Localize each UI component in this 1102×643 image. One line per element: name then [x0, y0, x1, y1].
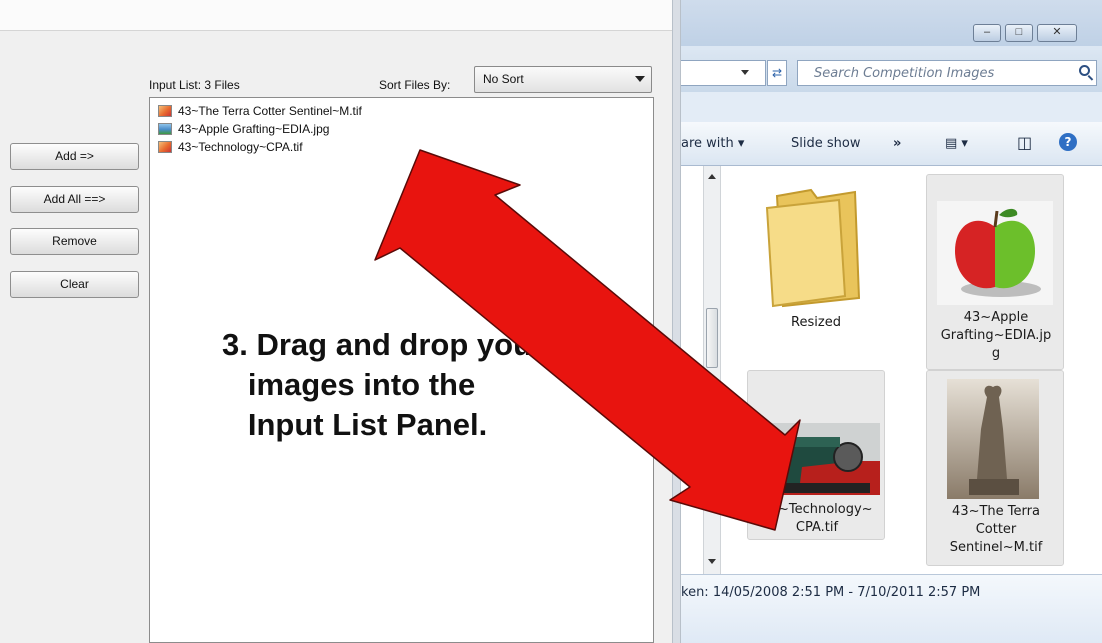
file-name: 43~Apple Grafting~EDIA.jpg: [178, 122, 330, 136]
jpg-file-icon: [158, 123, 172, 135]
sort-files-select[interactable]: No Sort: [474, 66, 652, 93]
file-name: 43~Technology~CPA.tif: [178, 140, 303, 154]
sentinel-image-tile[interactable]: 43~The Terra Cotter Sentinel~M.tif: [926, 370, 1064, 566]
maximize-button[interactable]: □: [1005, 24, 1033, 42]
help-icon[interactable]: ?: [1059, 133, 1077, 151]
explorer-toolbar: are with ▾ Slide show » ▤ ▾ ◫ ?: [681, 122, 1102, 166]
scroll-up-icon[interactable]: [708, 174, 716, 179]
scroll-thumb[interactable]: [706, 308, 718, 368]
item-label: 43~Technology~ CPA.tif: [761, 502, 873, 535]
instruction-text: 3. Drag and drop your images into the In…: [222, 327, 545, 442]
statue-thumbnail: [947, 379, 1039, 499]
tif-file-icon: [158, 105, 172, 117]
minimize-button[interactable]: –: [973, 24, 1001, 42]
item-label: 43~Apple Grafting~EDIA.jp g: [940, 310, 1052, 361]
close-button[interactable]: ✕: [1037, 24, 1077, 42]
address-bar[interactable]: [681, 60, 766, 86]
share-with-button[interactable]: are with ▾: [681, 136, 744, 151]
sort-files-label: Sort Files By:: [379, 78, 451, 92]
more-options-button[interactable]: »: [893, 136, 901, 151]
folder-icon: [765, 188, 861, 308]
vertical-scrollbar[interactable]: [703, 166, 721, 574]
folder-tile[interactable]: Resized: [747, 174, 885, 370]
preview-pane-icon[interactable]: ◫: [1017, 133, 1032, 152]
file-list-item[interactable]: 43~The Terra Cotter Sentinel~M.tif: [158, 103, 362, 119]
apple-thumbnail: [937, 201, 1053, 305]
file-name: 43~The Terra Cotter Sentinel~M.tif: [178, 104, 362, 118]
file-list-item[interactable]: 43~Apple Grafting~EDIA.jpg: [158, 121, 329, 137]
app-top-strip: [0, 0, 672, 31]
clear-button[interactable]: Clear: [10, 271, 139, 298]
tif-file-icon: [158, 141, 172, 153]
search-placeholder: Search Competition Images: [814, 66, 995, 81]
change-view-button[interactable]: ▤ ▾: [945, 136, 968, 151]
sewing-machine-thumbnail: [752, 423, 880, 495]
refresh-button[interactable]: ⇄: [767, 60, 787, 86]
explorer-title-bar: – □ ✕: [681, 0, 1102, 46]
chevron-down-icon: [635, 76, 645, 82]
search-input[interactable]: Search Competition Images: [797, 60, 1097, 86]
slide-show-button[interactable]: Slide show: [791, 136, 860, 151]
search-icon[interactable]: [1079, 65, 1090, 76]
technology-image-tile[interactable]: 43~Technology~ CPA.tif: [747, 370, 885, 540]
remove-button[interactable]: Remove: [10, 228, 139, 255]
menu-band: [681, 92, 1102, 122]
scroll-down-icon[interactable]: [708, 559, 716, 564]
date-taken-text: ken: 14/05/2008 2:51 PM - 7/10/2011 2:57…: [681, 585, 981, 600]
input-list-label: Input List: 3 Files: [149, 78, 240, 92]
input-list-app: Input List: 3 Files Sort Files By: No So…: [0, 0, 672, 643]
sort-files-value: No Sort: [483, 72, 524, 86]
item-label: Resized: [791, 315, 841, 330]
file-view: Resized 43~Apple Grafting~EDIA.jp g 43~T…: [681, 166, 1102, 574]
window-divider: [672, 0, 681, 643]
add-button[interactable]: Add =>: [10, 143, 139, 170]
explorer-window: – □ ✕ ⇄ Search Competition Images are wi…: [681, 0, 1102, 643]
apple-image-tile[interactable]: 43~Apple Grafting~EDIA.jp g: [926, 174, 1064, 370]
add-all-button[interactable]: Add All ==>: [10, 186, 139, 213]
details-pane: ken: 14/05/2008 2:51 PM - 7/10/2011 2:57…: [681, 574, 1102, 643]
chevron-down-icon[interactable]: [741, 70, 749, 75]
address-row: ⇄ Search Competition Images: [681, 50, 1102, 92]
file-list-item[interactable]: 43~Technology~CPA.tif: [158, 139, 303, 155]
item-label: 43~The Terra Cotter Sentinel~M.tif: [949, 504, 1043, 555]
